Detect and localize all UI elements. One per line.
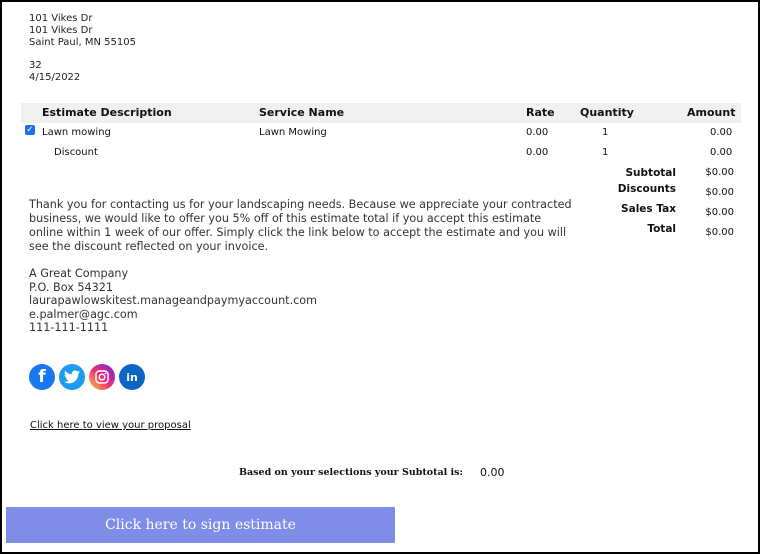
address-city-state-zip: Saint Paul, MN 55105 [29, 37, 136, 48]
total-label: Total [647, 223, 676, 235]
company-name: A Great Company [29, 267, 129, 280]
selection-subtotal-label: Based on your selections your Subtotal i… [239, 467, 464, 478]
header-service-name: Service Name [259, 106, 345, 119]
row-1-service: Lawn Mowing [259, 127, 327, 138]
total-value: $0.00 [705, 227, 734, 238]
sales-tax-value: $0.00 [705, 207, 734, 218]
address-line-1: 101 Vikes Dr [29, 13, 93, 24]
row-1-description: Lawn mowing [42, 127, 111, 138]
row-2-amount: 0.00 [710, 147, 733, 158]
sign-estimate-button[interactable]: Click here to sign estimate [6, 507, 395, 543]
instagram-icon[interactable] [89, 364, 115, 390]
estimate-date: 4/15/2022 [29, 72, 81, 83]
header-quantity: Quantity [580, 106, 634, 119]
subtotal-label: Subtotal [625, 167, 677, 179]
facebook-icon[interactable]: f [29, 364, 55, 390]
header-amount: Amount [687, 106, 736, 119]
row-1-rate: 0.00 [526, 127, 549, 138]
company-po-box: P.O. Box 54321 [29, 280, 113, 294]
row-2-rate: 0.00 [526, 147, 549, 158]
company-info: A Great Company P.O. Box 54321 laurapawl… [29, 267, 317, 335]
subtotal-value: $0.00 [705, 167, 734, 178]
company-email: e.palmer@agc.com [29, 307, 138, 321]
company-website: laurapawlowskitest.manageandpaymyaccount… [29, 294, 318, 308]
discounts-value: $0.00 [705, 187, 734, 198]
discounts-label: Discounts [617, 183, 676, 195]
estimate-number: 32 [29, 60, 42, 71]
estimate-frame: 101 Vikes Dr 101 Vikes Dr Saint Paul, MN… [0, 0, 760, 554]
row-checkbox[interactable]: ✓ [25, 125, 35, 135]
view-proposal-link[interactable]: Click here to view your proposal [30, 420, 191, 431]
customer-address: 101 Vikes Dr 101 Vikes Dr Saint Paul, MN… [29, 13, 136, 49]
thank-you-message: Thank you for contacting us for your lan… [29, 198, 572, 253]
row-2-quantity: 1 [602, 147, 609, 158]
header-estimate-description: Estimate Description [42, 106, 172, 119]
row-1-quantity: 1 [602, 127, 609, 138]
company-phone: 111-111-1111 [29, 321, 109, 335]
address-line-2: 101 Vikes Dr [29, 25, 93, 36]
linkedin-icon[interactable]: in [119, 364, 145, 390]
header-rate: Rate [526, 106, 555, 119]
twitter-icon[interactable] [59, 364, 85, 390]
selection-subtotal-value: 0.00 [480, 466, 505, 479]
row-2-description: Discount [54, 147, 98, 158]
social-links: f in [29, 364, 145, 390]
row-1-amount: 0.00 [710, 127, 733, 138]
sales-tax-label: Sales Tax [621, 203, 676, 215]
estimate-meta: 32 4/15/2022 [29, 60, 80, 84]
